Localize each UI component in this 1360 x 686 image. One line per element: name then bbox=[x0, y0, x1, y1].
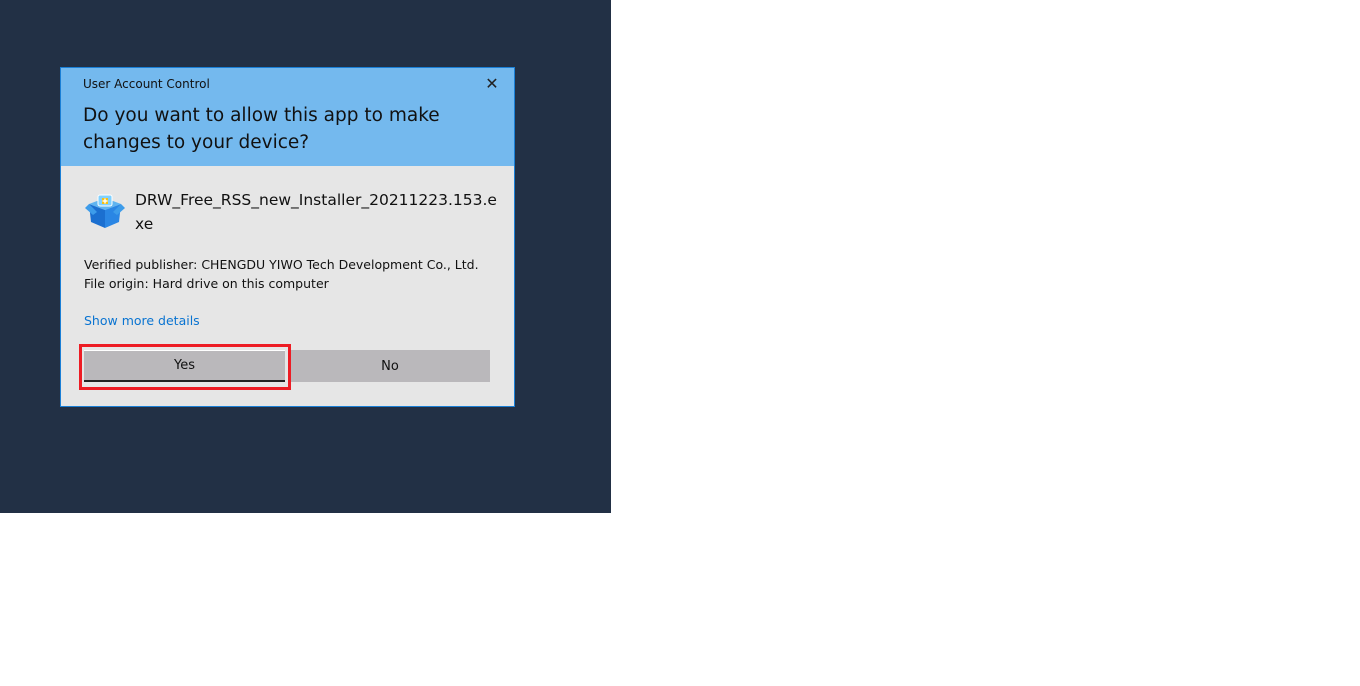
verified-publisher: Verified publisher: CHENGDU YIWO Tech De… bbox=[84, 257, 479, 272]
app-name: DRW_Free_RSS_new_Installer_20211223.153.… bbox=[135, 191, 497, 233]
publisher-info: Verified publisher: CHENGDU YIWO Tech De… bbox=[84, 255, 479, 293]
no-button[interactable]: No bbox=[290, 350, 490, 382]
dialog-header: User Account Control ✕ Do you want to al… bbox=[61, 68, 514, 166]
installer-box-icon bbox=[85, 194, 125, 228]
dialog-title: User Account Control bbox=[83, 77, 210, 91]
yes-button[interactable]: Yes bbox=[84, 350, 285, 382]
file-origin: File origin: Hard drive on this computer bbox=[84, 276, 329, 291]
dialog-question: Do you want to allow this app to make ch… bbox=[83, 105, 440, 153]
uac-dialog: User Account Control ✕ Do you want to al… bbox=[60, 67, 515, 407]
show-more-details-link[interactable]: Show more details bbox=[84, 313, 200, 328]
close-icon[interactable]: ✕ bbox=[480, 72, 504, 96]
